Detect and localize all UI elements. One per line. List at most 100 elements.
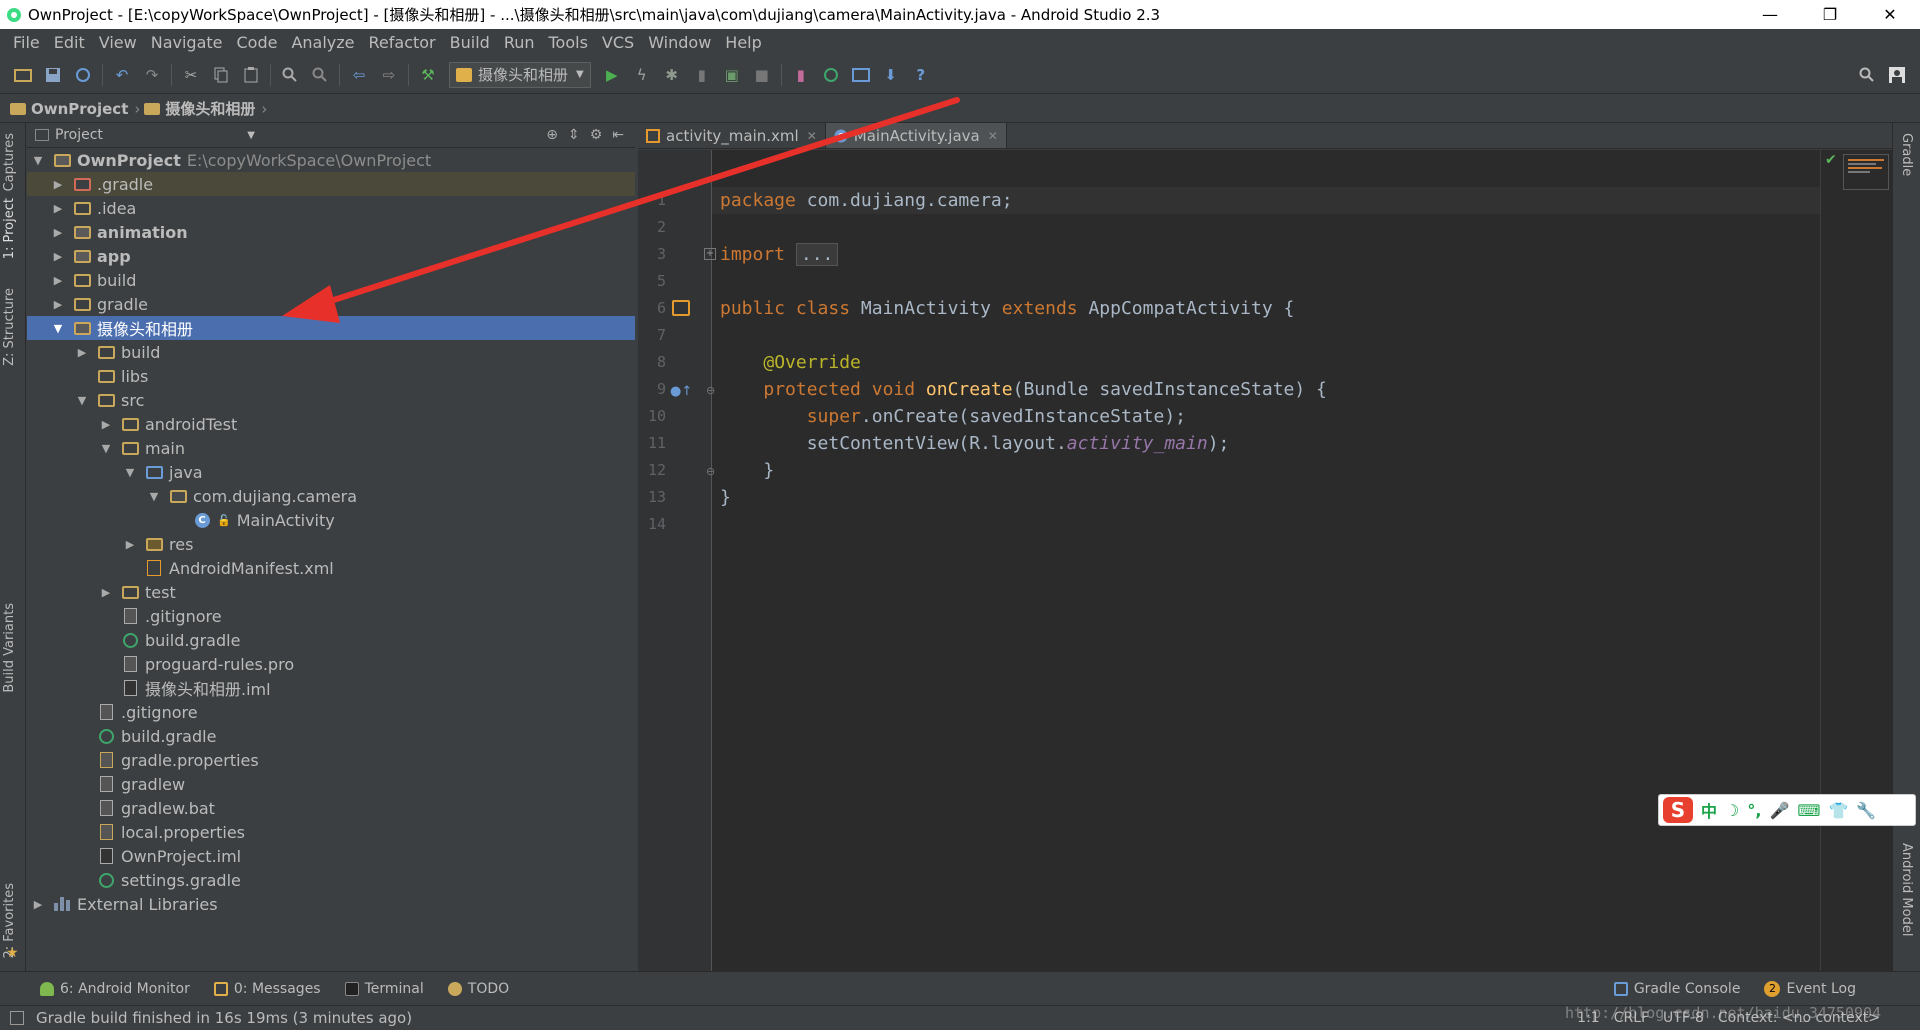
tab-event-log[interactable]: 2 Event Log xyxy=(1764,980,1856,997)
restore-button[interactable]: ❐ xyxy=(1800,0,1860,29)
tree-item[interactable]: 摄像头和相册.iml xyxy=(27,676,635,700)
build-variants-tab[interactable]: Build Variants xyxy=(2,603,17,693)
tree-item[interactable]: ▶ androidTest xyxy=(27,412,635,436)
hide-panel-icon[interactable]: ⇤ xyxy=(612,127,624,143)
tab-android-monitor[interactable]: 6: Android Monitor xyxy=(40,981,190,997)
tree-item[interactable]: ▼ OwnProject E:\copyWorkSpace\OwnProject xyxy=(27,148,635,172)
menu-edit[interactable]: Edit xyxy=(47,33,92,52)
tree-item[interactable]: ▼ java xyxy=(27,460,635,484)
menu-window[interactable]: Window xyxy=(641,33,718,52)
chevron-right-icon[interactable]: ▶ xyxy=(51,274,65,287)
project-view-select[interactable]: Project ▼ xyxy=(35,125,255,145)
android-model-tab[interactable]: Android Model xyxy=(1899,843,1914,936)
chevron-down-icon[interactable]: ▼ xyxy=(147,490,161,503)
tree-item[interactable]: build.gradle xyxy=(27,628,635,652)
menu-tools[interactable]: Tools xyxy=(542,33,595,52)
make-project-icon[interactable]: ⚒ xyxy=(417,64,439,86)
sdk-manager-icon[interactable]: ⬇ xyxy=(880,64,902,86)
menu-file[interactable]: File xyxy=(6,33,47,52)
tree-item[interactable]: ▼ com.dujiang.camera xyxy=(27,484,635,508)
chevron-right-icon[interactable]: ▶ xyxy=(123,538,137,551)
sync-gradle-icon[interactable] xyxy=(820,64,842,86)
tree-item-selected[interactable]: ▼ 摄像头和相册 xyxy=(27,316,635,340)
captures-tab[interactable]: Captures xyxy=(2,133,17,191)
run-configuration-select[interactable]: 摄像头和相册 ▼ xyxy=(449,61,591,88)
chevron-down-icon[interactable]: ▼ xyxy=(123,466,137,479)
status-toggle-icon[interactable] xyxy=(10,1011,24,1025)
chevron-down-icon[interactable]: ▼ xyxy=(99,442,113,455)
find-icon[interactable] xyxy=(279,64,301,86)
tree-item[interactable]: OwnProject.iml xyxy=(27,844,635,868)
fold-icon[interactable]: ⊖ xyxy=(706,465,715,478)
sync-icon[interactable] xyxy=(72,64,94,86)
tree-item[interactable]: ▶ app xyxy=(27,244,635,268)
punctuation-icon[interactable]: °, xyxy=(1747,801,1761,820)
chevron-right-icon[interactable]: ▶ xyxy=(31,898,45,911)
menu-run[interactable]: Run xyxy=(497,33,542,52)
tab-mainactivity-java[interactable]: C MainActivity.java ✕ xyxy=(825,123,1007,148)
chevron-right-icon[interactable]: ▶ xyxy=(99,586,113,599)
redo-icon[interactable]: ↷ xyxy=(141,64,163,86)
menu-help[interactable]: Help xyxy=(718,33,768,52)
code-editor[interactable] xyxy=(712,150,1820,971)
tree-item[interactable]: .gitignore xyxy=(27,700,635,724)
tree-item[interactable]: ▶ build xyxy=(27,340,635,364)
chevron-right-icon[interactable]: ▶ xyxy=(51,298,65,311)
run-icon[interactable]: ▶ xyxy=(601,64,623,86)
microphone-icon[interactable]: 🎤 xyxy=(1769,801,1789,820)
save-icon[interactable] xyxy=(42,64,64,86)
menu-code[interactable]: Code xyxy=(230,33,285,52)
profile-icon[interactable]: ▮ xyxy=(691,64,713,86)
back-icon[interactable]: ⇦ xyxy=(348,64,370,86)
chevron-right-icon[interactable]: ▶ xyxy=(51,250,65,263)
undo-icon[interactable]: ↶ xyxy=(111,64,133,86)
fold-icon[interactable]: ⊖ xyxy=(706,384,715,397)
tab-activity-main-xml[interactable]: activity_main.xml ✕ xyxy=(638,123,826,148)
tree-item[interactable]: build.gradle xyxy=(27,724,635,748)
gear-icon[interactable]: ⚙ xyxy=(590,127,603,143)
close-tab-icon[interactable]: ✕ xyxy=(807,129,817,143)
tab-gradle-console[interactable]: Gradle Console xyxy=(1613,981,1740,997)
tree-item[interactable]: ▼ main xyxy=(27,436,635,460)
chevron-right-icon[interactable]: ▶ xyxy=(99,418,113,431)
tree-item[interactable]: C 🔓 MainActivity xyxy=(27,508,635,532)
fold-icon[interactable]: + xyxy=(704,248,716,260)
tree-item[interactable]: local.properties xyxy=(27,820,635,844)
avd-manager-icon[interactable]: ▮ xyxy=(790,64,812,86)
apply-changes-icon[interactable]: ϟ xyxy=(631,64,653,86)
tab-terminal[interactable]: Terminal xyxy=(344,981,424,997)
menu-analyze[interactable]: Analyze xyxy=(284,33,361,52)
tab-messages[interactable]: 0: Messages xyxy=(213,981,321,997)
chevron-down-icon[interactable]: ▼ xyxy=(75,394,89,407)
user-icon[interactable] xyxy=(1886,64,1908,86)
cut-icon[interactable]: ✂ xyxy=(180,64,202,86)
replace-icon[interactable] xyxy=(309,64,331,86)
open-folder-icon[interactable] xyxy=(12,64,34,86)
tree-item[interactable]: AndroidManifest.xml xyxy=(27,556,635,580)
chevron-right-icon[interactable]: ▶ xyxy=(75,346,89,359)
forward-icon[interactable]: ⇨ xyxy=(378,64,400,86)
help-icon[interactable]: ? xyxy=(910,64,932,86)
tree-item[interactable]: .gitignore xyxy=(27,604,635,628)
tree-item[interactable]: libs xyxy=(27,364,635,388)
chevron-right-icon[interactable]: ▶ xyxy=(51,178,65,191)
wrench-icon[interactable]: 🔧 xyxy=(1856,801,1876,820)
gradle-tab[interactable]: Gradle xyxy=(1899,133,1914,176)
minimize-button[interactable]: — xyxy=(1740,0,1800,29)
close-tab-icon[interactable]: ✕ xyxy=(988,129,998,143)
project-tab[interactable]: 1: Project xyxy=(2,198,17,259)
search-everywhere-icon[interactable] xyxy=(1856,64,1878,86)
chevron-down-icon[interactable]: ▼ xyxy=(51,322,65,335)
tree-item[interactable]: ▶ animation xyxy=(27,220,635,244)
breadcrumb-item-module[interactable]: 摄像头和相册 xyxy=(144,98,255,119)
keyboard-icon[interactable]: ⌨ xyxy=(1797,801,1820,820)
breadcrumb-item-ownproject[interactable]: OwnProject xyxy=(10,100,128,118)
tree-item[interactable]: gradlew.bat xyxy=(27,796,635,820)
project-structure-icon[interactable] xyxy=(850,64,872,86)
paste-icon[interactable] xyxy=(240,64,262,86)
tree-item[interactable]: ▶ External Libraries xyxy=(27,892,635,916)
error-stripe[interactable]: ✔ xyxy=(1820,150,1892,971)
menu-view[interactable]: View xyxy=(92,33,144,52)
moon-icon[interactable]: ☽ xyxy=(1725,801,1739,820)
override-marker-icon[interactable]: ●↑ xyxy=(670,384,692,399)
